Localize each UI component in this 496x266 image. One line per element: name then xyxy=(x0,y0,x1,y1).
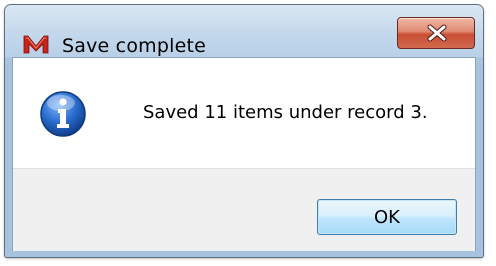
dialog-title: Save complete xyxy=(62,35,207,57)
message-area: Saved 11 items under record 3. xyxy=(13,58,475,168)
title-bar[interactable]: Save complete xyxy=(5,5,483,57)
button-bar: OK xyxy=(13,168,475,251)
app-logo-icon xyxy=(23,34,49,54)
dialog-window: Save complete Saved 11 items under recor… xyxy=(4,4,484,258)
information-icon xyxy=(39,90,87,138)
ok-button[interactable]: OK xyxy=(317,199,457,235)
dialog-message: Saved 11 items under record 3. xyxy=(143,102,428,123)
close-icon xyxy=(426,24,448,42)
dialog-body: Saved 11 items under record 3. OK xyxy=(12,57,476,251)
close-button[interactable] xyxy=(397,17,475,49)
